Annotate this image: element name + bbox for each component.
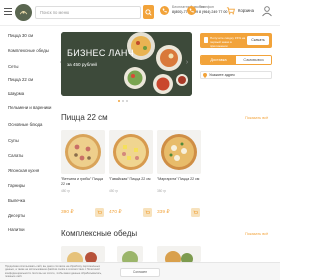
phone-main[interactable]: Телефон 8 (964) 249 77 00 (187, 5, 227, 15)
cart-icon (97, 210, 102, 214)
banner-dot[interactable] (126, 100, 128, 102)
address-field[interactable]: Укажите адрес (200, 71, 272, 79)
banner-subtitle: за 450 рублей (67, 62, 97, 67)
location-pin-icon (203, 73, 207, 78)
cookie-accept-button[interactable]: Согласен (120, 268, 160, 277)
section-title: Пицца 22 см (61, 113, 108, 122)
cart-icon (193, 210, 198, 214)
banner-dot[interactable] (118, 100, 120, 102)
phone-icon (160, 6, 169, 15)
product-image[interactable] (61, 246, 105, 262)
sidebar-item[interactable]: Пицца 22 см (0, 77, 58, 82)
product-image[interactable] (117, 246, 143, 262)
address-label: Укажите адрес (209, 73, 236, 77)
sidebar-item[interactable]: Основные блюда (0, 122, 58, 127)
promo-text: Получите скидку 15% на первый заказ в пр… (210, 36, 246, 49)
show-all-link[interactable]: Показать всё (245, 116, 268, 120)
section-title: Комплексные обеды (61, 229, 138, 238)
product-image[interactable] (157, 130, 201, 174)
add-to-cart-button[interactable] (191, 208, 200, 217)
phone-icon (187, 6, 196, 15)
cart-label: Корзина (238, 8, 254, 13)
product-price: 390 ₽ (61, 210, 74, 215)
search-input[interactable]: Поиск по меню (35, 6, 141, 19)
product-name: "Гавайская" Пицца 22 см (109, 177, 151, 181)
menu-icon[interactable] (4, 8, 12, 15)
banner-dot[interactable] (122, 100, 124, 102)
product-image[interactable] (109, 130, 153, 174)
product-image[interactable] (61, 130, 105, 174)
tab-delivery[interactable]: Доставка (201, 56, 236, 64)
product-image[interactable] (157, 246, 201, 262)
product-card[interactable]: "Маргарита" Пицца 22 см 380 гр 339 ₽ (157, 130, 201, 217)
sidebar-item[interactable]: Сеты (0, 64, 58, 69)
phone-number[interactable]: 8 (964) 249 77 00 (199, 10, 227, 15)
sidebar-item[interactable]: Напитки (0, 227, 58, 232)
sidebar-item[interactable]: Японская кухня (0, 168, 58, 173)
sidebar-item[interactable]: Пельмени и вареники (0, 105, 58, 110)
brand-logo[interactable] (15, 4, 32, 21)
download-button[interactable]: Скачать (247, 36, 269, 45)
add-to-cart-button[interactable] (95, 208, 104, 217)
add-to-cart-button[interactable] (143, 208, 152, 217)
cart-icon (226, 7, 235, 15)
delivery-tabs: Доставка Самовывоз (200, 55, 272, 65)
sidebar-item[interactable]: Выпечка (0, 198, 58, 203)
top-header: Поиск по меню Бесплатный звонок 8(800)-7… (0, 0, 280, 26)
product-price: 470 ₽ (109, 210, 122, 215)
phone-app-icon (204, 37, 208, 43)
promo-banner[interactable]: БИЗНЕС ЛАНЧ за 450 рублей (61, 32, 192, 96)
product-weight: 380 гр (157, 189, 167, 193)
sidebar-item[interactable]: Шаурма (0, 91, 58, 96)
search-button[interactable] (143, 5, 154, 19)
category-sidebar: Пицца 30 см Комплексные обеды Сеты Пицца… (0, 29, 58, 232)
banner-next-arrow[interactable]: › (183, 58, 191, 68)
sidebar-item[interactable]: Супы (0, 138, 58, 143)
sidebar-item[interactable]: Гарниры (0, 183, 58, 188)
tab-pickup[interactable]: Самовывоз (236, 56, 271, 64)
search-icon (145, 8, 152, 16)
cookie-text: Продолжая использовать сайт, вы даете со… (5, 265, 102, 278)
cookie-banner: Продолжая использовать сайт, вы даете со… (0, 262, 280, 280)
banner-pagination (118, 100, 128, 102)
show-all-link[interactable]: Показать всё (245, 232, 268, 236)
product-card[interactable]: "Гавайская" Пицца 22 см 450 гр 470 ₽ (109, 130, 153, 217)
user-icon[interactable] (261, 5, 273, 17)
sidebar-item[interactable]: Комплексные обеды (0, 48, 58, 53)
product-weight: 480 гр (61, 189, 71, 193)
cart-icon (145, 210, 150, 214)
product-price: 339 ₽ (157, 210, 170, 215)
sidebar-item[interactable]: Пицца 30 см (0, 33, 58, 38)
product-weight: 450 гр (109, 189, 119, 193)
sidebar-item[interactable]: Десерты (0, 213, 58, 218)
app-promo: Получите скидку 15% на первый заказ в пр… (200, 33, 272, 48)
product-name: "Маргарита" Пицца 22 см (157, 177, 200, 181)
product-name: "Ветчина и грибы" Пицца 22 см (61, 177, 104, 186)
product-card[interactable]: "Ветчина и грибы" Пицца 22 см 480 гр 390… (61, 130, 105, 217)
banner-title: БИЗНЕС ЛАНЧ (67, 48, 135, 58)
cart-button[interactable]: Корзина (226, 6, 254, 15)
sidebar-item[interactable]: Салаты (0, 153, 58, 158)
